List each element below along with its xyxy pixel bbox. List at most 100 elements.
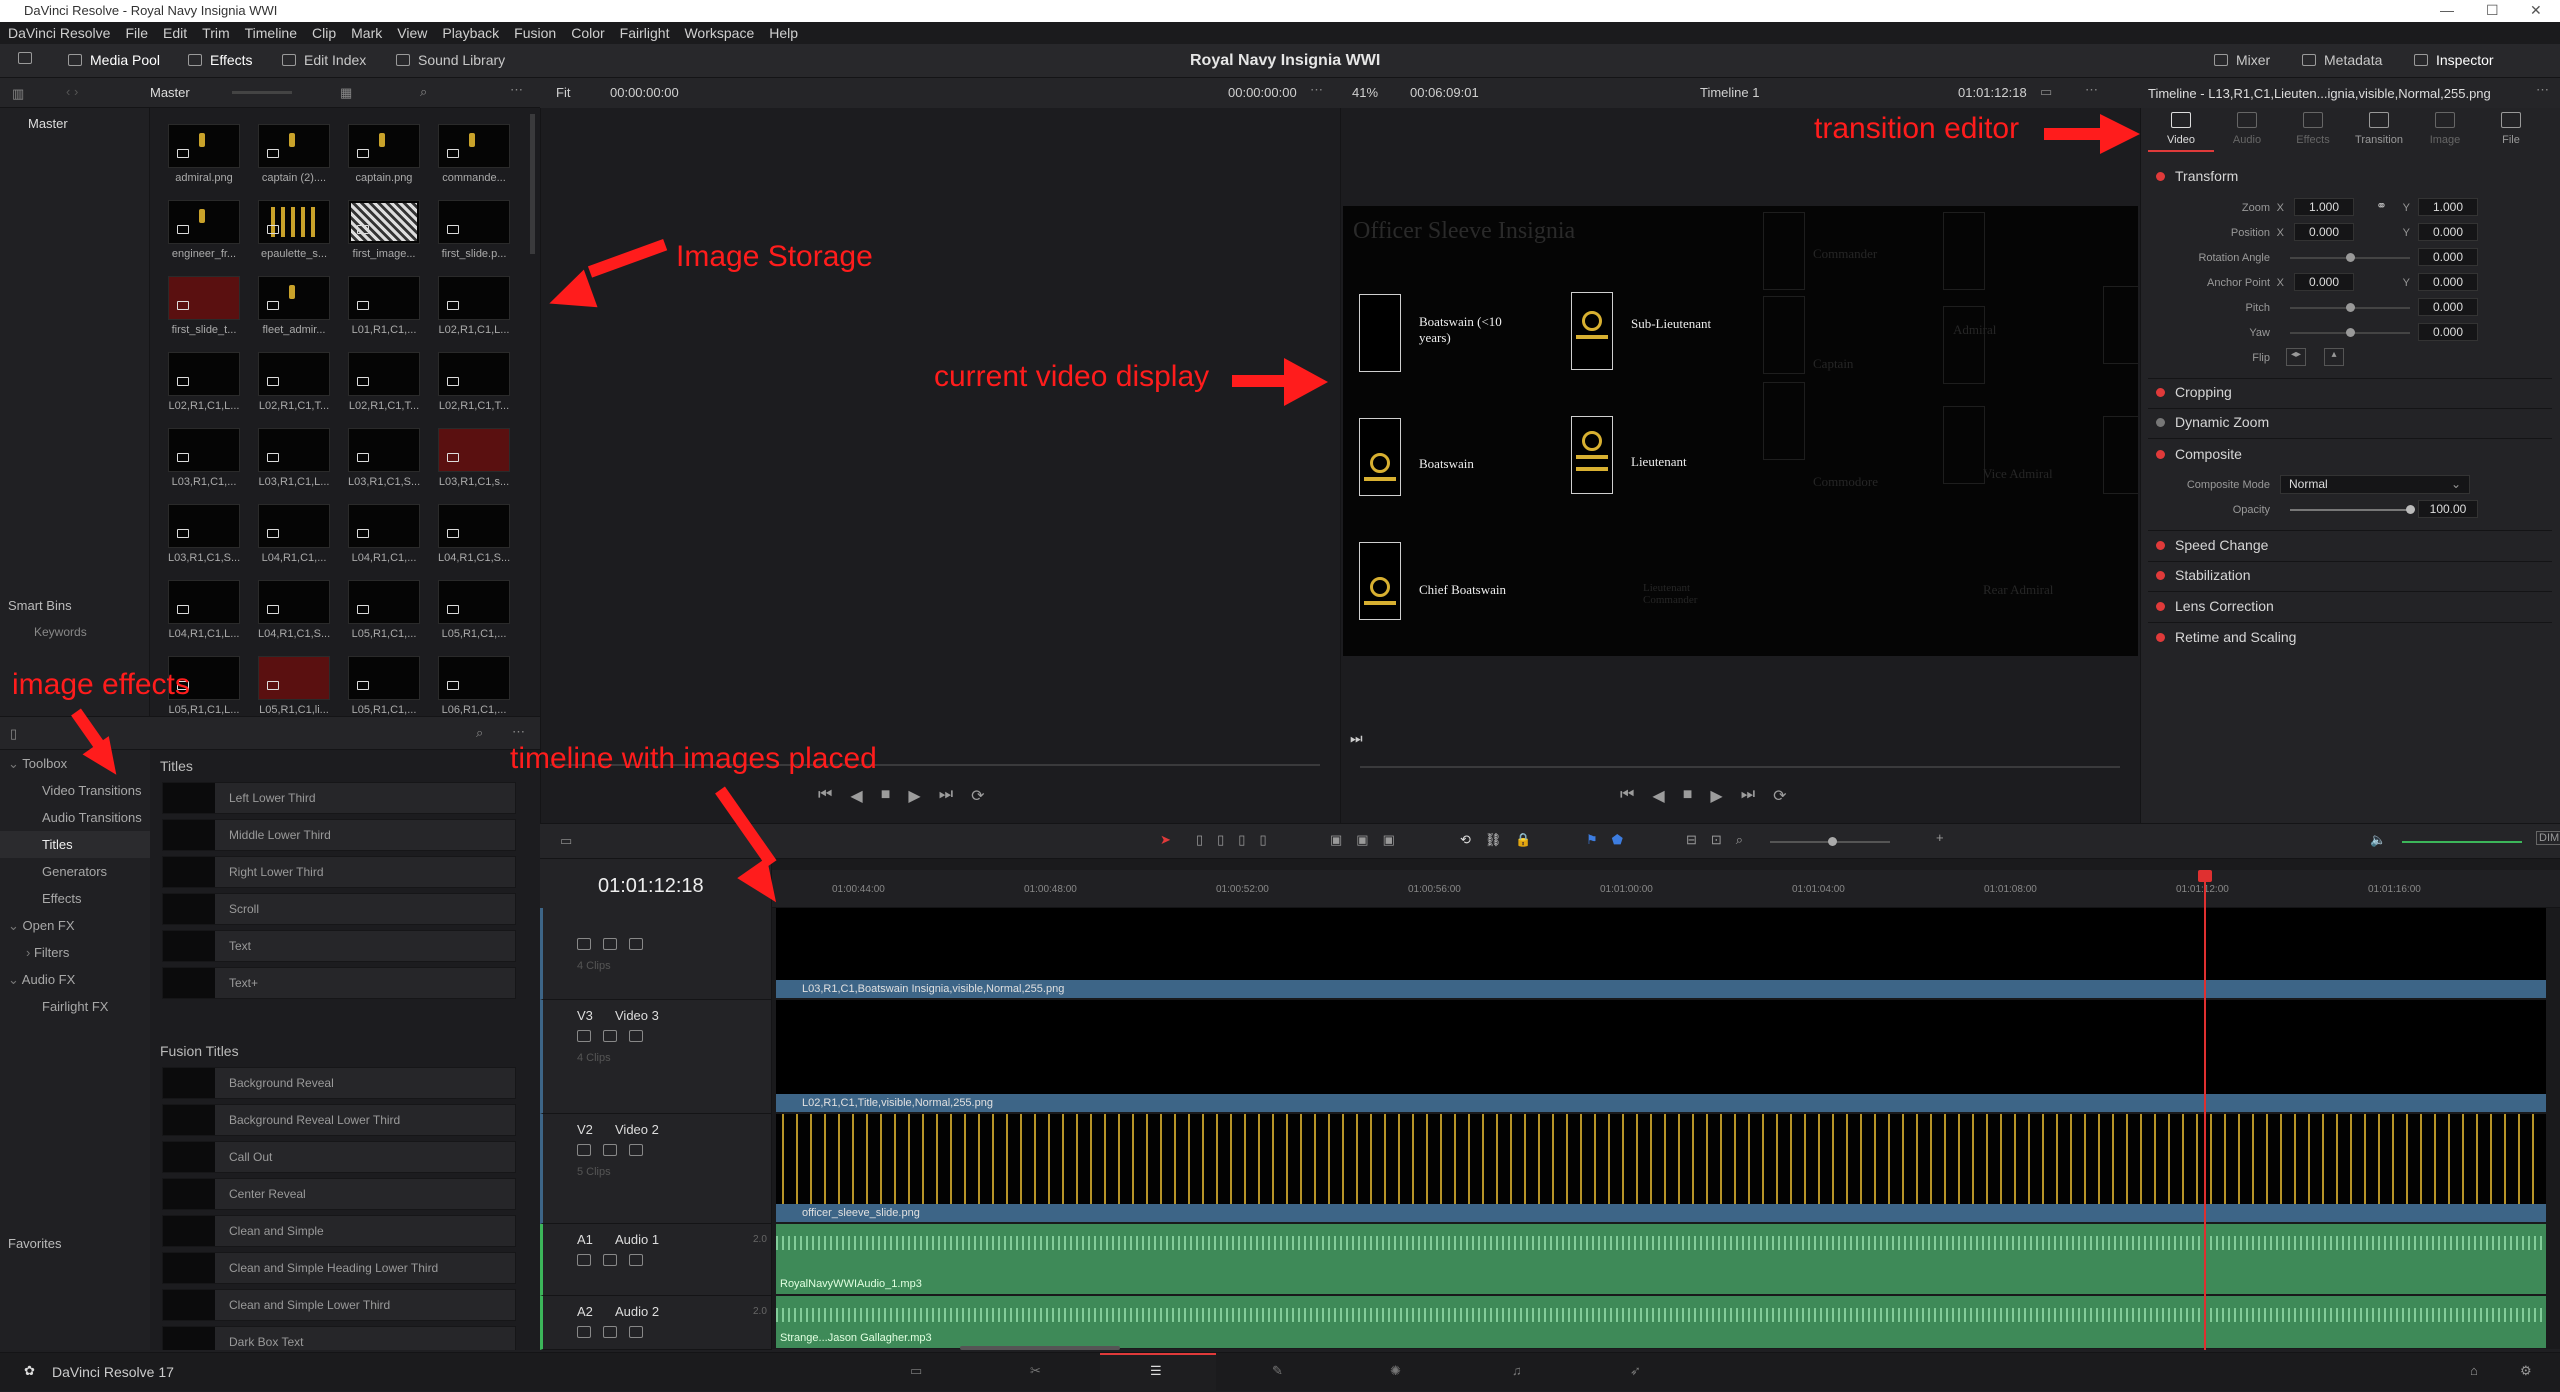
timeline-zoom-slider[interactable]: [1770, 837, 1890, 846]
loop-icon[interactable]: ⟳: [1773, 786, 1786, 806]
anchor-y-field[interactable]: 0.000: [2418, 273, 2478, 291]
video-clip[interactable]: L03,R1,C1,Boatswain Insignia,visible,Nor…: [776, 980, 2546, 998]
anchor-x-field[interactable]: 0.000: [2294, 273, 2354, 291]
media-clip[interactable]: L05,R1,C1,...: [438, 580, 510, 640]
media-clip[interactable]: L04,R1,C1,S...: [438, 504, 510, 564]
menu-item[interactable]: Fairlight: [620, 25, 670, 41]
media-clip[interactable]: L04,R1,C1,...: [258, 504, 330, 564]
metadata-button[interactable]: Metadata: [2302, 52, 2382, 68]
track-controls[interactable]: [577, 1030, 643, 1042]
back-arrow-icon[interactable]: ‹ ›: [66, 84, 78, 99]
media-pool-button[interactable]: Media Pool: [68, 52, 160, 68]
timeline-ruler[interactable]: 01:00:44:00 01:00:48:00 01:00:52:00 01:00:5…: [772, 870, 2560, 908]
effect-item[interactable]: Clean and Simple: [162, 1215, 516, 1247]
link-icon[interactable]: ⚭: [2376, 198, 2387, 214]
track-header[interactable]: 4 Clips: [540, 908, 772, 1000]
track-controls[interactable]: [577, 1254, 643, 1266]
tab-image[interactable]: Image: [2412, 112, 2478, 152]
menu-item[interactable]: Timeline: [245, 25, 297, 41]
play-icon[interactable]: ▶: [1710, 786, 1722, 806]
play-icon[interactable]: ▶: [908, 786, 920, 806]
effect-item[interactable]: Background Reveal Lower Third: [162, 1104, 516, 1136]
effect-item[interactable]: Scroll: [162, 893, 516, 925]
edit-tools[interactable]: ▯▯▯▯: [1196, 832, 1281, 848]
track-header[interactable]: V3 Video 3 4 Clips: [540, 1000, 772, 1114]
menu-item[interactable]: Color: [571, 25, 604, 41]
lens-correction-section[interactable]: Lens Correction: [2156, 598, 2274, 614]
dim-button[interactable]: DIM: [2536, 831, 2560, 845]
media-clip[interactable]: L03,R1,C1,S...: [168, 504, 240, 564]
stop-icon[interactable]: ■: [881, 786, 891, 806]
menu-item[interactable]: Fusion: [514, 25, 556, 41]
tree-titles[interactable]: Titles: [0, 831, 150, 858]
zoom-in-icon[interactable]: +: [1936, 830, 1944, 845]
video-track-lane[interactable]: [776, 1114, 2546, 1204]
settings-gear-icon[interactable]: ⚙: [2520, 1363, 2532, 1379]
tree-audio-transitions[interactable]: Audio Transitions: [0, 804, 150, 831]
media-clip[interactable]: L05,R1,C1,...: [348, 580, 420, 640]
media-clip[interactable]: L04,R1,C1,L...: [168, 580, 240, 640]
jump-end-icon[interactable]: ⏭: [939, 786, 953, 806]
media-clip[interactable]: engineer_fr...: [168, 200, 240, 260]
tree-audio-fx[interactable]: ⌄ Audio FX: [0, 966, 150, 993]
source-viewer[interactable]: [540, 78, 1340, 823]
media-clip[interactable]: L03,R1,C1,...: [168, 428, 240, 488]
flip-horizontal-button[interactable]: ◂▸: [2286, 348, 2306, 366]
tab-video[interactable]: Video: [2148, 112, 2214, 152]
video-track-lane[interactable]: [776, 1000, 2546, 1094]
source-more-icon[interactable]: ⋯: [1310, 82, 1323, 98]
volume-icon[interactable]: 🔈: [2370, 832, 2386, 848]
zoom-dropdown[interactable]: 41%: [1352, 85, 1378, 100]
zoom-y-field[interactable]: 1.000: [2418, 198, 2478, 216]
effects-button[interactable]: Effects: [188, 52, 253, 68]
media-scrollbar[interactable]: [530, 114, 535, 254]
position-x-field[interactable]: 0.000: [2294, 223, 2354, 241]
media-clip[interactable]: L06,R1,C1,...: [438, 656, 510, 716]
effect-item[interactable]: Left Lower Third: [162, 782, 516, 814]
tree-filters[interactable]: › Filters: [0, 939, 150, 966]
fusion-page-icon[interactable]: ✎: [1272, 1363, 1283, 1379]
fit-dropdown[interactable]: Fit: [556, 85, 570, 100]
media-clip[interactable]: L02,R1,C1,T...: [348, 352, 420, 412]
inspector-button[interactable]: Inspector: [2414, 52, 2494, 68]
speed-change-section[interactable]: Speed Change: [2156, 537, 2268, 553]
timeline-dropdown[interactable]: Timeline 1: [1700, 85, 1759, 100]
close-icon[interactable]: ✕: [2530, 2, 2542, 19]
minimize-icon[interactable]: —: [2440, 2, 2454, 18]
tab-transition[interactable]: Transition: [2346, 112, 2412, 152]
effect-item[interactable]: Center Reveal: [162, 1178, 516, 1210]
tree-video-transitions[interactable]: Video Transitions: [0, 777, 150, 804]
mixer-button[interactable]: Mixer: [2214, 52, 2270, 68]
opacity-field[interactable]: 100.00: [2418, 500, 2478, 518]
track-controls[interactable]: [577, 938, 643, 950]
cut-page-icon[interactable]: ✂: [1030, 1363, 1041, 1379]
effect-item[interactable]: Text: [162, 930, 516, 962]
maximize-icon[interactable]: ☐: [2486, 2, 2499, 19]
media-clip[interactable]: L02,R1,C1,L...: [168, 352, 240, 412]
media-clip[interactable]: epaulette_s...: [258, 200, 330, 260]
rotation-field[interactable]: 0.000: [2418, 248, 2478, 266]
zoom-mode-icons[interactable]: ⊟⊡⌕: [1686, 832, 1757, 848]
media-clip[interactable]: L05,R1,C1,...: [348, 656, 420, 716]
effect-item[interactable]: Middle Lower Third: [162, 819, 516, 851]
effect-item[interactable]: Right Lower Third: [162, 856, 516, 888]
media-clip[interactable]: L04,R1,C1,S...: [258, 580, 330, 640]
video-clip[interactable]: officer_sleeve_slide.png: [776, 1204, 2546, 1222]
media-clip[interactable]: L03,R1,C1,S...: [348, 428, 420, 488]
tree-effects[interactable]: Effects: [0, 885, 150, 912]
snap-link-lock[interactable]: ⟲⛓🔒: [1460, 832, 1546, 848]
track-header[interactable]: A2 Audio 2 2.0: [540, 1296, 772, 1350]
pitch-field[interactable]: 0.000: [2418, 298, 2478, 316]
menu-item[interactable]: View: [397, 25, 427, 41]
timeline-scrollbar[interactable]: [960, 1346, 1120, 1350]
tree-generators[interactable]: Generators: [0, 858, 150, 885]
menu-item[interactable]: Help: [769, 25, 798, 41]
menu-item[interactable]: File: [125, 25, 148, 41]
yaw-field[interactable]: 0.000: [2418, 323, 2478, 341]
edit-index-button[interactable]: Edit Index: [282, 52, 366, 68]
media-clip[interactable]: first_slide_t...: [168, 276, 240, 336]
cropping-section[interactable]: Cropping: [2156, 384, 2232, 400]
loop-icon[interactable]: ⟳: [971, 786, 984, 806]
tree-fairlight-fx[interactable]: Fairlight FX: [0, 993, 150, 1020]
master-bin[interactable]: Master: [28, 116, 149, 131]
